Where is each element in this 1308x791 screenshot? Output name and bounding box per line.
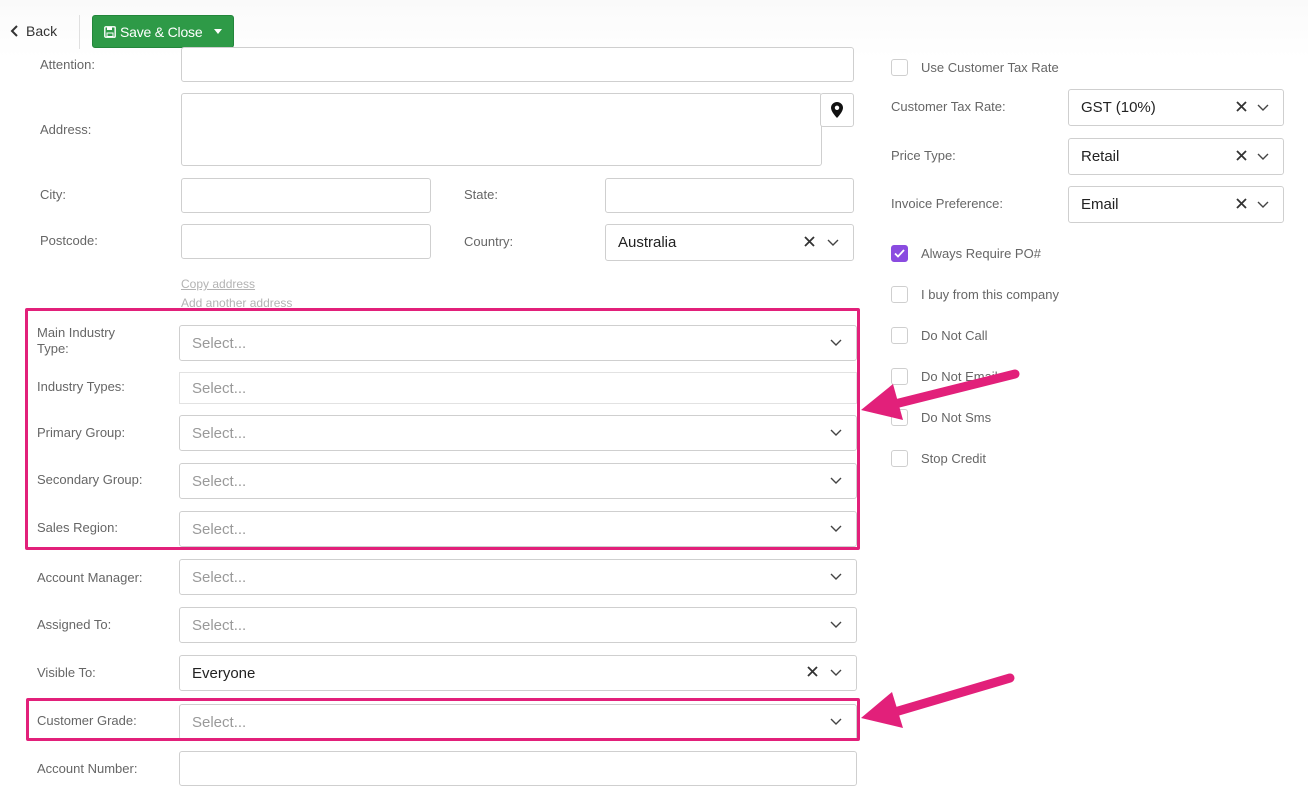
visible-to-select[interactable]: Everyone — [179, 655, 857, 691]
account-manager-label: Account Manager: — [37, 570, 143, 585]
city-input[interactable] — [181, 178, 431, 213]
assigned-to-label: Assigned To: — [37, 617, 112, 632]
highlight-box-customer-grade — [26, 698, 860, 741]
chevron-down-icon — [1257, 201, 1269, 208]
visible-to-label: Visible To: — [37, 665, 96, 680]
attention-input[interactable] — [181, 47, 854, 82]
floppy-disk-icon — [104, 25, 116, 38]
always-require-po-checkbox[interactable] — [891, 245, 908, 262]
map-pin-icon — [831, 102, 843, 118]
country-label: Country: — [464, 234, 514, 249]
clear-icon[interactable] — [1236, 197, 1247, 209]
annotation-arrow-lower — [861, 673, 1015, 728]
customer-tax-rate-select[interactable]: GST (10%) — [1068, 89, 1284, 126]
chevron-down-icon — [1257, 153, 1269, 160]
stop-credit-checkbox[interactable] — [891, 450, 908, 467]
chevron-down-icon — [830, 621, 842, 628]
use-customer-tax-rate-label: Use Customer Tax Rate — [921, 60, 1059, 75]
chevron-down-icon — [827, 239, 839, 246]
invoice-preference-value: Email — [1081, 196, 1119, 213]
address-textarea[interactable] — [181, 93, 822, 166]
visible-to-value: Everyone — [192, 664, 256, 682]
invoice-preference-select[interactable]: Email — [1068, 186, 1284, 223]
do-not-call-checkbox[interactable] — [891, 327, 908, 344]
country-value: Australia — [618, 234, 677, 251]
customer-tax-rate-label: Customer Tax Rate: — [891, 99, 1006, 114]
do-not-call-label: Do Not Call — [921, 328, 988, 343]
highlight-box-classification — [25, 308, 860, 550]
chevron-down-icon — [830, 573, 842, 580]
assigned-to-select[interactable]: Select... — [179, 607, 857, 643]
account-number-input[interactable] — [179, 751, 857, 786]
clear-icon[interactable] — [1236, 100, 1247, 112]
annotation-arrow-upper — [861, 369, 1020, 420]
save-close-label: Save & Close — [120, 23, 203, 40]
clear-icon[interactable] — [804, 235, 815, 247]
country-select[interactable]: Australia — [605, 224, 854, 261]
caret-down-icon — [214, 29, 223, 34]
clear-icon[interactable] — [1236, 149, 1247, 161]
attention-label: Attention: — [40, 57, 95, 72]
map-pin-button[interactable] — [820, 93, 854, 127]
use-customer-tax-rate-checkbox-row[interactable]: Use Customer Tax Rate — [891, 59, 1059, 76]
assigned-to-placeholder: Select... — [192, 616, 247, 634]
account-manager-placeholder: Select... — [192, 568, 247, 586]
i-buy-from-this-company-checkbox[interactable] — [891, 286, 908, 303]
chevron-down-icon — [830, 669, 842, 676]
always-require-po-label: Always Require PO# — [921, 246, 1041, 261]
invoice-preference-label: Invoice Preference: — [891, 196, 1004, 211]
account-manager-select[interactable]: Select... — [179, 559, 857, 595]
do-not-call-checkbox-row[interactable]: Do Not Call — [891, 327, 987, 344]
copy-address-link[interactable]: Copy address — [181, 277, 255, 291]
account-number-label: Account Number: — [37, 761, 138, 776]
stop-credit-checkbox-row[interactable]: Stop Credit — [891, 450, 986, 467]
state-label: State: — [464, 187, 498, 202]
i-buy-from-this-company-label: I buy from this company — [921, 287, 1059, 302]
chevron-down-icon — [1257, 104, 1269, 111]
back-button[interactable]: Back — [10, 20, 57, 42]
address-label: Address: — [40, 122, 92, 137]
price-type-value: Retail — [1081, 148, 1120, 165]
checkmark-icon — [894, 249, 905, 258]
clear-icon[interactable] — [807, 666, 818, 677]
back-label: Back — [26, 23, 58, 39]
save-options-dropdown-button[interactable] — [203, 16, 233, 47]
save-close-button[interactable]: Save & Close — [93, 16, 203, 47]
use-customer-tax-rate-checkbox[interactable] — [891, 59, 908, 76]
postcode-input[interactable] — [181, 224, 431, 259]
state-input[interactable] — [605, 178, 854, 213]
customer-tax-rate-value: GST (10%) — [1081, 99, 1156, 116]
toolbar-divider — [79, 15, 80, 49]
postcode-label: Postcode: — [40, 233, 98, 248]
chevron-left-icon — [10, 25, 18, 37]
city-label: City: — [40, 187, 66, 202]
i-buy-from-this-company-checkbox-row[interactable]: I buy from this company — [891, 286, 1059, 303]
price-type-select[interactable]: Retail — [1068, 138, 1284, 175]
stop-credit-label: Stop Credit — [921, 451, 987, 466]
save-close-button-group: Save & Close — [92, 15, 234, 48]
always-require-po-checkbox-row[interactable]: Always Require PO# — [891, 245, 1041, 262]
price-type-label: Price Type: — [891, 148, 956, 163]
